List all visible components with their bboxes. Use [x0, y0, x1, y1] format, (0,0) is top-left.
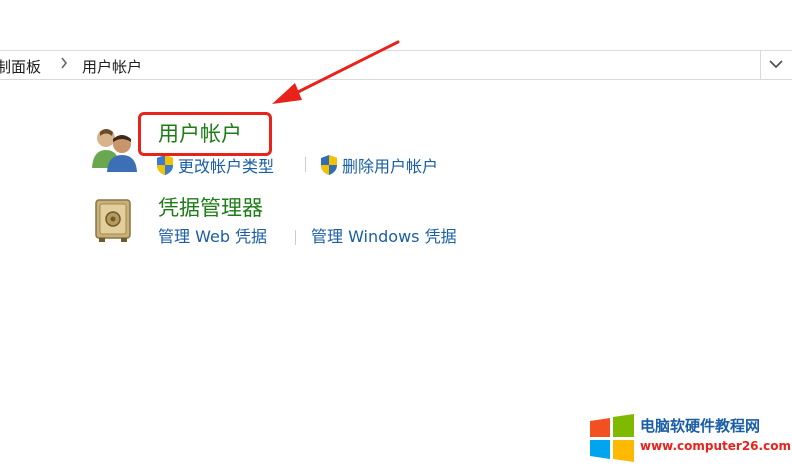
watermark: 电脑软硬件教程网 www.computer26.com: [588, 409, 792, 467]
annotation-arrow: [272, 40, 400, 104]
watermark-title: 电脑软硬件教程网: [640, 417, 761, 435]
windows-logo-icon: [590, 414, 634, 462]
watermark-url: www.computer26.com: [640, 439, 791, 453]
